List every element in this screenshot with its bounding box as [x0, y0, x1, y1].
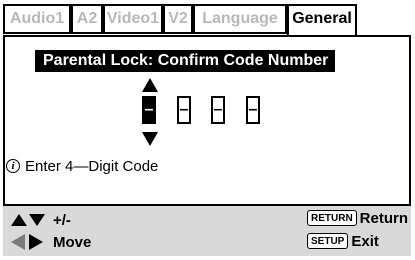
dvd-setup-screen: Audio1 A2 Video1 V2 Language General Par… [0, 0, 415, 260]
tab-general[interactable]: General [287, 4, 357, 38]
tab-video1[interactable]: Video1 [103, 4, 163, 34]
move-hint: Move [11, 232, 91, 252]
info-message: i Enter 4—Digit Code [6, 156, 158, 176]
code-digit-4[interactable]: – [246, 96, 260, 124]
arrow-up-icon[interactable] [142, 78, 158, 92]
return-key[interactable]: RETURN [307, 210, 357, 226]
tab-v2[interactable]: V2 [163, 4, 193, 34]
left-right-arrows-icon [11, 234, 43, 250]
up-down-arrows-icon [11, 214, 45, 226]
info-icon: i [6, 159, 20, 173]
adjust-hint: +/- [11, 210, 71, 230]
exit-hint: SETUP Exit [307, 231, 379, 251]
code-digit-2[interactable]: – [177, 96, 191, 124]
exit-label: Exit [351, 232, 379, 250]
info-text: Enter 4—Digit Code [25, 157, 159, 175]
tab-a2[interactable]: A2 [71, 4, 103, 34]
tab-language[interactable]: Language [193, 4, 287, 34]
footer-bar: +/- Move RETURN Return SETUP Exit [3, 206, 411, 256]
tab-audio1[interactable]: Audio1 [3, 4, 71, 34]
tab-bar: Audio1 A2 Video1 V2 Language General [0, 4, 415, 38]
return-label: Return [359, 209, 409, 227]
arrow-down-icon[interactable] [142, 132, 158, 146]
code-digit-1[interactable]: – [142, 96, 156, 124]
adjust-label: +/- [53, 211, 71, 229]
dialog-title: Parental Lock: Confirm Code Number [35, 50, 335, 72]
code-digit-3[interactable]: – [211, 96, 225, 124]
move-label: Move [53, 233, 92, 251]
return-hint: RETURN Return [307, 208, 408, 228]
setup-key[interactable]: SETUP [307, 233, 349, 249]
